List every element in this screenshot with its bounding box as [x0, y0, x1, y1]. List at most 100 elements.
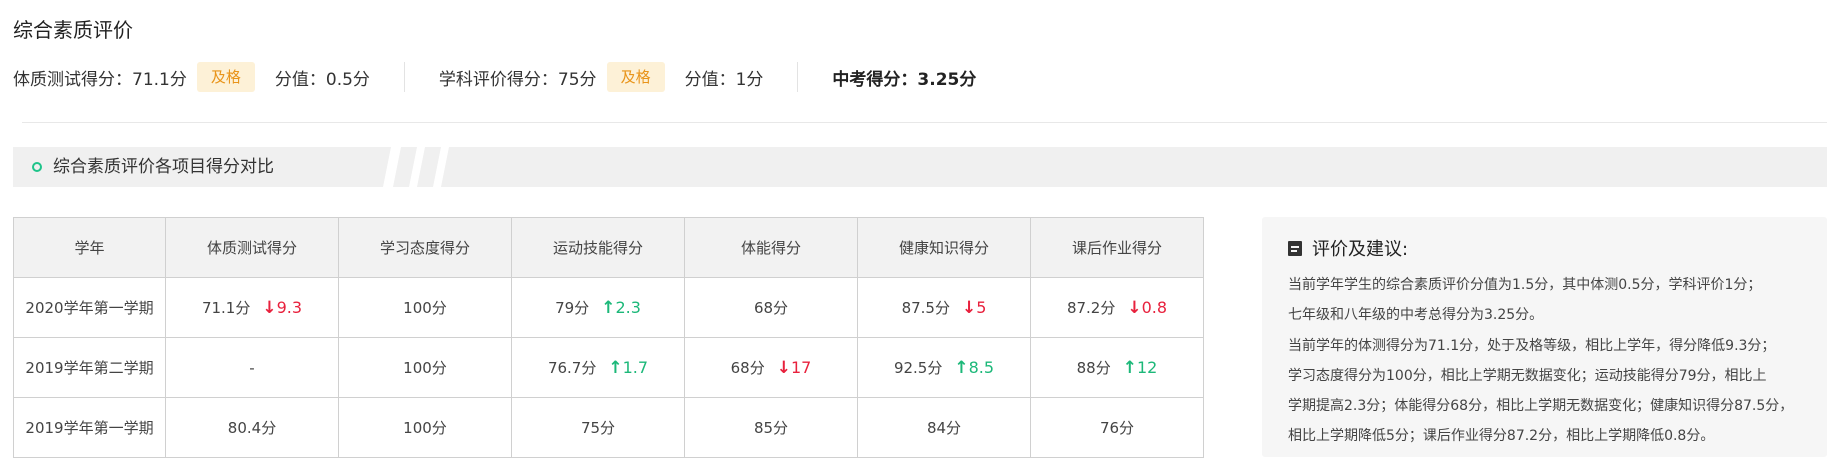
- subject-evaluation-weight: 分值：1分: [684, 69, 764, 90]
- score-decrease: ↓9.3: [262, 298, 302, 318]
- column-header-health-knowledge: 健康知识得分: [857, 217, 1031, 278]
- arrow-up-icon: ↑: [1122, 357, 1137, 378]
- score-value: 75分: [580, 419, 616, 437]
- score-cell: 76.7分 ↑1.7: [511, 337, 685, 398]
- score-cell: 76分: [1030, 397, 1204, 458]
- advice-text: 当前学年学生的综合素质评价分值为1.5分，其中体测0.5分，学科评价1分； 七年…: [1288, 270, 1818, 452]
- section-header-background: [13, 147, 1827, 187]
- advice-line: 当前学年学生的综合素质评价分值为1.5分，其中体测0.5分，学科评价1分；: [1288, 277, 1762, 293]
- score-value: 68分: [753, 299, 789, 317]
- table-row: 2019学年第一学期 80.4分 100分 75分 85分 84分 76分: [13, 397, 1204, 458]
- advice-line: 当前学年的体测得分为71.1分，处于及格等级，相比上学年，得分降低9.3分；: [1288, 337, 1776, 354]
- subject-evaluation-badge: 及格: [606, 62, 665, 92]
- physical-test-summary: 体质测试得分： 71.1分 及格 分值：0.5分: [13, 62, 370, 92]
- year-cell: 2020学年第一学期: [13, 277, 166, 338]
- score-increase: ↑1.7: [608, 358, 648, 378]
- subject-evaluation-value: 75分: [557, 69, 597, 90]
- table-row: 2019学年第二学期 -100分 76.7分 ↑1.7 68分 ↓17 92.5分 ↑8.5 8…: [13, 337, 1204, 398]
- score-cell: 92.5分 ↑8.5: [857, 337, 1031, 398]
- physical-test-badge: 及格: [196, 62, 255, 92]
- score-value: 100分: [403, 359, 447, 377]
- section-bullet-icon: [32, 162, 42, 172]
- advice-title: 评价及建议:: [1288, 235, 1408, 261]
- column-header-physical-test: 体质测试得分: [165, 217, 339, 278]
- advice-line: 学期提高2.3分；体能得分68分，相比上学期无数据变化；健康知识得分87.5分，: [1288, 398, 1794, 415]
- section-header: 综合素质评价各项目得分对比: [13, 147, 1827, 187]
- score-value: 71.1分: [201, 299, 251, 317]
- score-decrease: ↓5: [962, 298, 986, 318]
- table-row: 2020学年第一学期 71.1分 ↓9.3 100分 79分 ↑2.3 68分 87.5分 ↓5…: [13, 277, 1204, 338]
- delta-value: 12: [1136, 357, 1158, 377]
- physical-test-label: 体质测试得分：: [13, 69, 132, 90]
- arrow-down-icon: ↓: [961, 297, 977, 318]
- column-header-sports-skill: 运动技能得分: [511, 217, 685, 278]
- score-increase: ↑2.3: [601, 298, 641, 318]
- arrow-down-icon: ↓: [262, 297, 277, 318]
- delta-value: 8.5: [968, 357, 995, 377]
- delta-value: 0.8: [1141, 297, 1168, 317]
- score-value: 88分: [1076, 359, 1111, 377]
- table-header-row: 学年 体质测试得分 学习态度得分 运动技能得分 体能得分 健康知识得分 课后作业…: [13, 217, 1204, 278]
- score-comparison-table: 学年 体质测试得分 学习态度得分 运动技能得分 体能得分 健康知识得分 课后作业…: [13, 217, 1204, 458]
- year-cell: 2019学年第二学期: [13, 337, 166, 398]
- arrow-up-icon: ↑: [608, 357, 623, 378]
- physical-test-value: 71.1分: [132, 69, 187, 90]
- score-increase: ↑8.5: [954, 358, 994, 378]
- score-value: 84分: [926, 419, 962, 437]
- delta-value: 5: [976, 297, 987, 317]
- score-cell: 85分: [684, 397, 858, 458]
- score-cell: 68分 ↓17: [684, 337, 858, 398]
- score-decrease: ↓17: [777, 358, 812, 378]
- score-value: 87.2分: [1066, 299, 1116, 317]
- arrow-down-icon: ↓: [1127, 297, 1142, 318]
- score-value: 100分: [403, 419, 447, 437]
- year-cell: 2019学年第一学期: [13, 397, 166, 458]
- subject-evaluation-summary: 学科评价得分： 75分 及格 分值：1分: [439, 62, 763, 92]
- delta-value: 2.3: [615, 297, 641, 317]
- score-cell: 75分: [511, 397, 685, 458]
- physical-test-weight: 分值：0.5分: [274, 69, 370, 90]
- score-value: 68分: [730, 359, 765, 377]
- score-value: -: [249, 358, 255, 377]
- divider: [22, 122, 1827, 123]
- score-cell: 87.2分 ↓0.8: [1030, 277, 1204, 338]
- delta-value: 17: [790, 357, 812, 377]
- column-header-year: 学年: [13, 217, 166, 278]
- score-cell: -: [165, 337, 339, 398]
- score-decrease: ↓0.8: [1127, 298, 1167, 318]
- subject-evaluation-label: 学科评价得分：: [438, 69, 558, 90]
- score-cell: 100分: [338, 277, 512, 338]
- score-increase: ↑12: [1123, 358, 1158, 378]
- exam-score-summary: 中考得分： 3.25分: [832, 65, 976, 90]
- score-value: 79分: [555, 299, 590, 317]
- score-cell: 87.5分 ↓5: [857, 277, 1031, 338]
- advice-title-text: 评价及建议:: [1312, 239, 1409, 260]
- score-cell: 88分 ↑12: [1030, 337, 1204, 398]
- exam-score-label: 中考得分：: [832, 69, 918, 90]
- arrow-down-icon: ↓: [776, 357, 791, 378]
- advice-line: 学习态度得分为100分，相比上学期无数据变化；运动技能得分79分，相比上: [1288, 367, 1767, 384]
- advice-panel: 评价及建议: 当前学年学生的综合素质评价分值为1.5分，其中体测0.5分，学科评…: [1262, 217, 1827, 457]
- column-header-study-attitude: 学习态度得分: [338, 217, 512, 278]
- divider: [797, 62, 799, 92]
- arrow-up-icon: ↑: [954, 357, 969, 378]
- score-cell: 100分: [338, 397, 512, 458]
- score-value: 80.4分: [227, 419, 277, 437]
- document-icon: [1288, 240, 1302, 256]
- score-cell: 79分 ↑2.3: [511, 277, 685, 338]
- score-cell: 71.1分 ↓9.3: [165, 277, 339, 338]
- delta-value: 1.7: [622, 357, 649, 377]
- arrow-up-icon: ↑: [601, 297, 616, 318]
- divider: [403, 62, 405, 92]
- column-header-fitness: 体能得分: [684, 217, 858, 278]
- score-value: 85分: [753, 419, 789, 437]
- score-cell: 80.4分: [165, 397, 339, 458]
- score-cell: 84分: [857, 397, 1031, 458]
- score-value: 100分: [403, 299, 447, 317]
- score-value: 92.5分: [893, 359, 943, 377]
- page-title: 综合素质评价: [13, 18, 133, 42]
- section-title: 综合素质评价各项目得分对比: [53, 157, 274, 177]
- score-value: 76分: [1099, 419, 1135, 437]
- score-summary: 体质测试得分： 71.1分 及格 分值：0.5分 学科评价得分： 75分 及格 …: [13, 60, 976, 94]
- delta-value: 9.3: [276, 297, 303, 317]
